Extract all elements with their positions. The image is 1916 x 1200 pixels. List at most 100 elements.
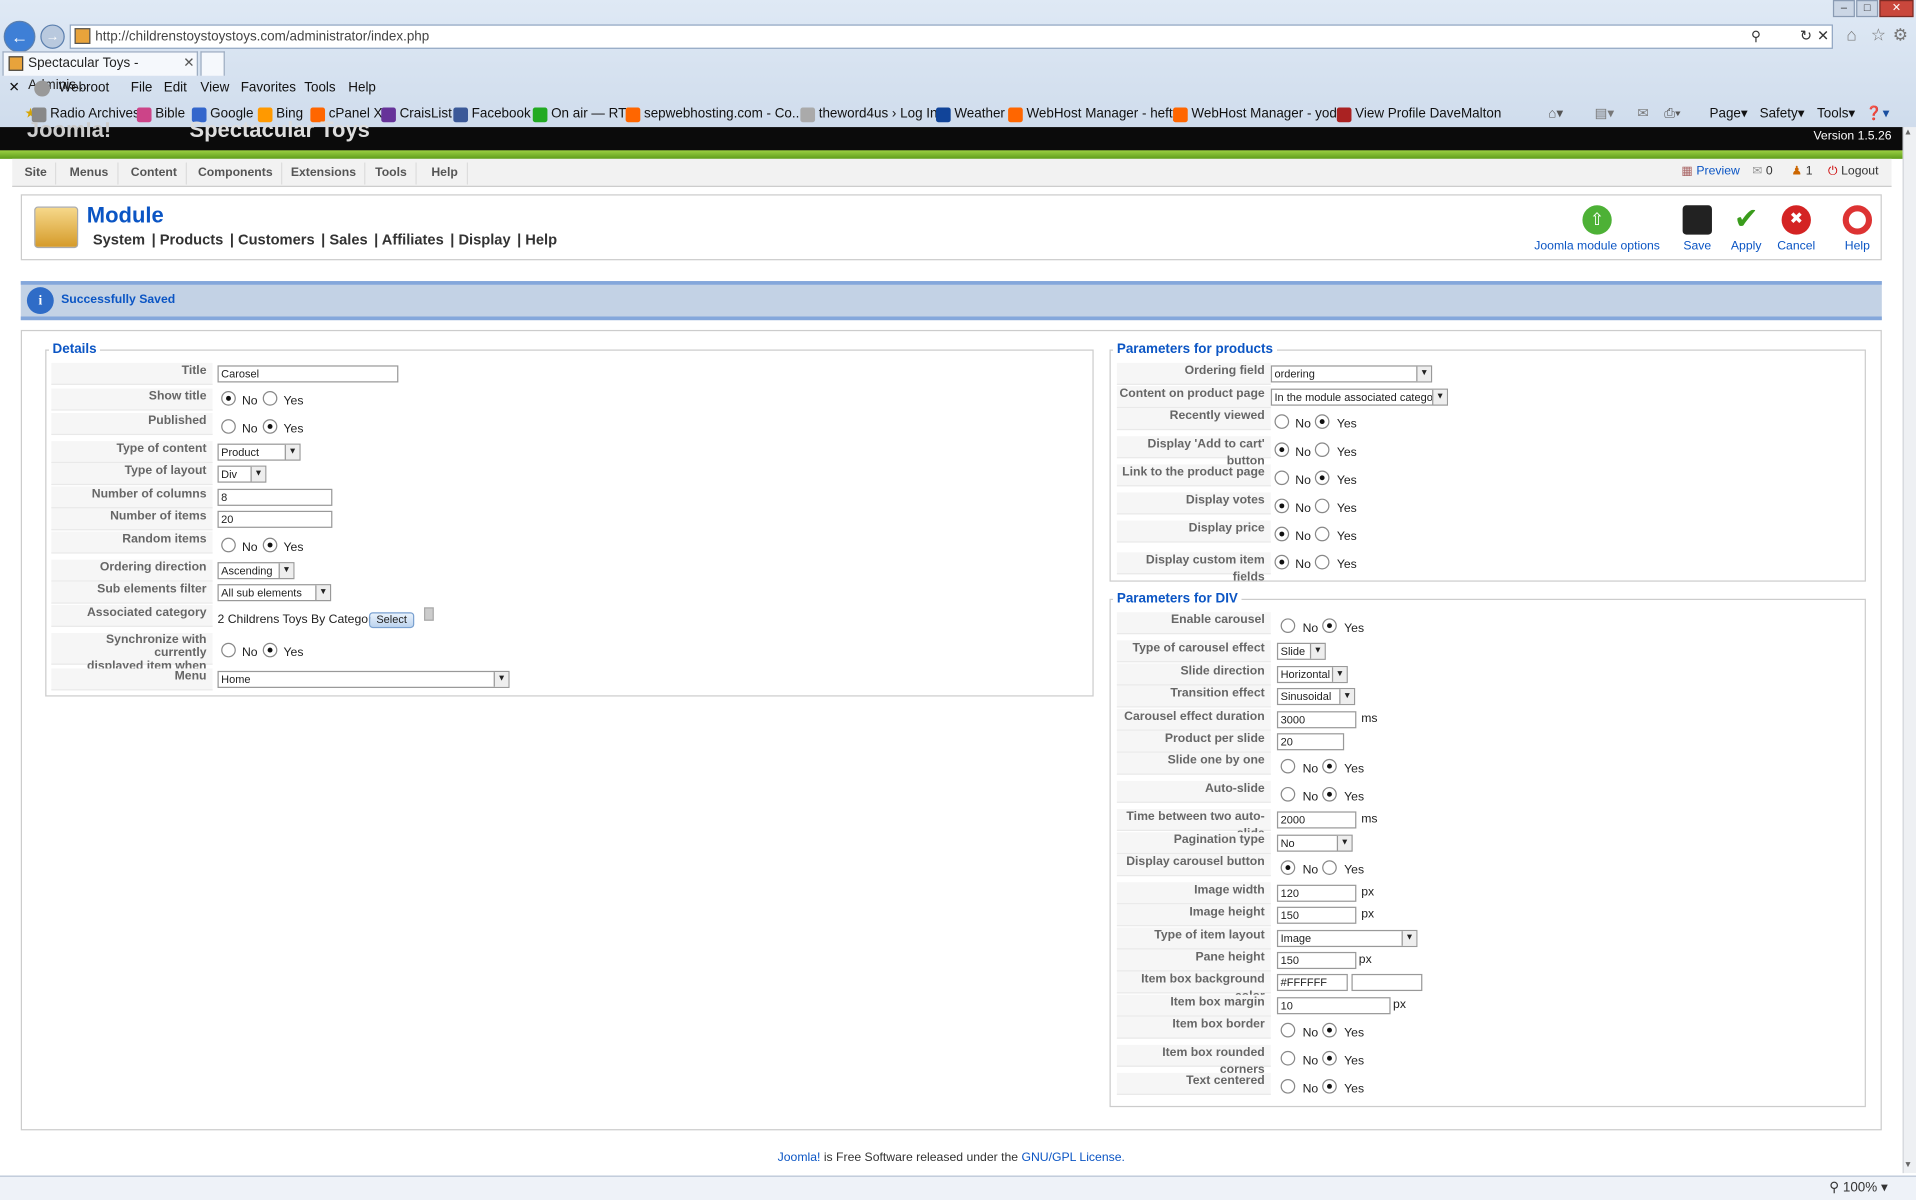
price-no-radio[interactable] <box>1274 526 1290 542</box>
content-page-select[interactable]: In the module associated category ▼ <box>1270 388 1449 406</box>
num-items-input[interactable]: 20 <box>217 510 333 528</box>
box-margin-input[interactable]: 10 <box>1276 997 1391 1015</box>
random-yes-radio[interactable] <box>262 537 278 553</box>
admin-menu-extensions[interactable]: Extensions <box>282 162 366 185</box>
centered-yes-radio[interactable] <box>1322 1079 1337 1094</box>
search-icon[interactable]: ⚲ <box>1751 28 1761 44</box>
ordering-dir-select[interactable]: Ascending ▼ <box>217 562 295 580</box>
submenu-display[interactable]: Display <box>458 231 510 248</box>
recently-yes-radio[interactable] <box>1314 414 1330 429</box>
favorites-star-icon[interactable]: ☆ <box>1871 24 1886 45</box>
price-yes-radio[interactable] <box>1314 526 1330 542</box>
submenu-help[interactable]: Help <box>525 231 557 248</box>
home-icon[interactable]: ⌂ <box>1846 24 1856 44</box>
carousel-btn-no-radio[interactable] <box>1280 860 1296 875</box>
pane-height-input[interactable]: 150 <box>1276 951 1357 970</box>
time-between-input[interactable]: 2000 <box>1276 811 1357 829</box>
votes-no-radio[interactable] <box>1274 498 1290 514</box>
bg-color-input[interactable]: #FFFFFF <box>1276 973 1348 992</box>
save-button[interactable]: Save <box>1678 205 1717 253</box>
browser-tab-active[interactable]: Spectacular Toys - Adminis... ✕ <box>2 51 198 93</box>
scroll-down-arrow-icon[interactable]: ▼ <box>1904 1161 1912 1170</box>
license-link[interactable]: GNU/GPL License. <box>1021 1151 1124 1164</box>
scroll-up-arrow-icon[interactable]: ▲ <box>1904 128 1912 137</box>
page-menu[interactable]: Page▾ <box>1710 103 1748 126</box>
one-by-one-yes-radio[interactable] <box>1322 758 1337 774</box>
fav-item[interactable]: sepwebhosting.com - Co... <box>625 103 803 126</box>
centered-no-radio[interactable] <box>1280 1079 1296 1094</box>
window-minimize-icon[interactable]: – <box>1832 0 1855 18</box>
messages-count[interactable]: ✉ 0 <box>1752 165 1772 178</box>
preview-link[interactable]: ▦ Preview <box>1681 165 1739 178</box>
refresh-icon[interactable]: ↻ <box>1800 27 1812 44</box>
joomla-link[interactable]: Joomla! <box>778 1151 821 1164</box>
submenu-products[interactable]: Products <box>160 231 224 248</box>
menu-help[interactable]: Help <box>348 77 376 99</box>
stop-icon[interactable]: ✕ <box>1817 27 1829 44</box>
recently-no-radio[interactable] <box>1274 414 1290 429</box>
image-height-input[interactable]: 150 <box>1276 906 1357 924</box>
num-columns-input[interactable]: 8 <box>217 488 333 506</box>
menu-favorites[interactable]: Favorites <box>241 77 296 99</box>
admin-menu-components[interactable]: Components <box>189 162 283 185</box>
sub-filter-select[interactable]: All sub elements ▼ <box>217 584 332 602</box>
enable-yes-radio[interactable] <box>1322 618 1337 633</box>
menu-edit[interactable]: Edit <box>164 77 187 99</box>
fav-item[interactable]: View Profile DaveMalton <box>1336 103 1501 126</box>
admin-menu-content[interactable]: Content <box>122 162 187 185</box>
carousel-btn-yes-radio[interactable] <box>1322 860 1337 875</box>
enable-no-radio[interactable] <box>1280 618 1296 633</box>
random-no-radio[interactable] <box>221 537 236 553</box>
select-category-button[interactable]: Select <box>369 612 415 629</box>
menu-file[interactable]: File <box>131 77 153 99</box>
users-count[interactable]: ♟ 1 <box>1791 165 1812 178</box>
feeds-icon[interactable]: ▤▾ <box>1595 103 1614 126</box>
tools-menu[interactable]: Tools▾ <box>1817 103 1855 126</box>
admin-menu-menus[interactable]: Menus <box>61 162 119 185</box>
help-question-icon[interactable]: ❓▾ <box>1866 103 1889 126</box>
item-layout-select[interactable]: Image ▼ <box>1276 929 1418 948</box>
published-yes-radio[interactable] <box>262 419 278 434</box>
rounded-yes-radio[interactable] <box>1322 1050 1337 1066</box>
vertical-scrollbar[interactable] <box>1902 127 1916 1174</box>
link-yes-radio[interactable] <box>1314 470 1330 486</box>
address-bar[interactable]: http://childrenstoystoystoys.com/adminis… <box>69 24 1833 49</box>
apply-button[interactable]: ✔ Apply <box>1727 205 1766 253</box>
safety-menu[interactable]: Safety▾ <box>1760 103 1805 126</box>
auto-slide-no-radio[interactable] <box>1280 786 1296 802</box>
custom-yes-radio[interactable] <box>1314 554 1330 570</box>
forward-button[interactable]: → <box>40 24 65 49</box>
module-options-button[interactable]: ⇧ Joomla module options <box>1534 205 1661 253</box>
border-no-radio[interactable] <box>1280 1022 1296 1038</box>
admin-menu-site[interactable]: Site <box>16 162 57 185</box>
print-icon[interactable]: ⎙▾ <box>1664 103 1680 126</box>
submenu-sales[interactable]: Sales <box>329 231 367 248</box>
zoom-level[interactable]: ⚲ 100% ▾ <box>1829 1177 1887 1199</box>
submenu-customers[interactable]: Customers <box>238 231 315 248</box>
window-maximize-icon[interactable]: □ <box>1856 0 1879 18</box>
help-button[interactable]: Help <box>1838 205 1877 253</box>
new-tab-button[interactable] <box>200 51 225 76</box>
transition-select[interactable]: Sinusoidal ▼ <box>1276 687 1356 706</box>
back-button[interactable]: ← <box>3 20 36 53</box>
type-content-select[interactable]: Product ▼ <box>217 443 301 461</box>
ordering-field-select[interactable]: ordering ▼ <box>1270 365 1433 383</box>
bg-color-swatch[interactable] <box>1351 973 1423 992</box>
pagination-select[interactable]: No ▼ <box>1276 834 1353 852</box>
settings-gear-icon[interactable]: ⚙ <box>1893 24 1908 45</box>
image-width-input[interactable]: 120 <box>1276 884 1357 902</box>
fav-item[interactable]: On air — RT <box>532 103 626 126</box>
fav-item[interactable]: Facebook <box>453 103 531 126</box>
fav-item[interactable]: CraisList <box>381 103 452 126</box>
menu-select[interactable]: Home ▼ <box>217 670 510 688</box>
type-layout-select[interactable]: Div ▼ <box>217 465 267 483</box>
menu-view[interactable]: View <box>200 77 229 99</box>
admin-menu-help[interactable]: Help <box>423 162 468 185</box>
one-by-one-no-radio[interactable] <box>1280 758 1296 774</box>
border-yes-radio[interactable] <box>1322 1022 1337 1038</box>
admin-menu-tools[interactable]: Tools <box>367 162 417 185</box>
menu-tools[interactable]: Tools <box>304 77 335 99</box>
per-slide-input[interactable]: 20 <box>1276 733 1345 751</box>
sync-no-radio[interactable] <box>221 642 236 658</box>
link-no-radio[interactable] <box>1274 470 1290 486</box>
